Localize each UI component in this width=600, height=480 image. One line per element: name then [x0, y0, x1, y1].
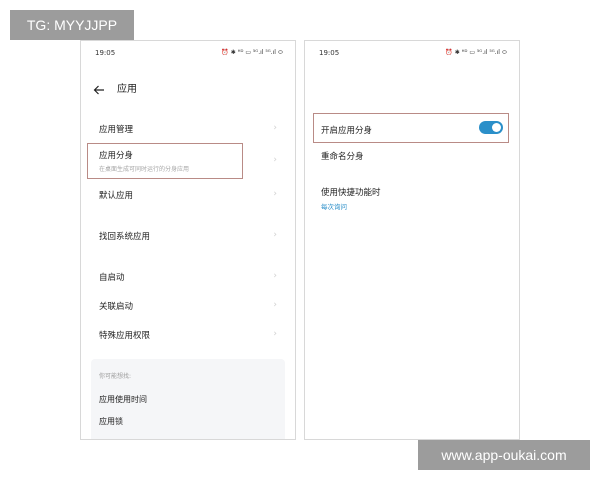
page-title: 应用: [117, 83, 137, 95]
status-icons: ⏰ ✱ ᴴᴰ ▭ ⁵ᴳ.ıl ⁵ᴳ.ıl ⬭: [221, 49, 283, 56]
menu-item-label: 特殊应用权限: [99, 331, 151, 341]
menu-item-subtitle: 在桌面生成可同时运行的分身应用: [99, 166, 190, 173]
menu-item-app-management[interactable]: 应用管理 ›: [99, 123, 277, 135]
status-icons: ⏰ ✱ ᴴᴰ ▭ ⁵ᴳ.ıl ⁵ᴳ.ıl ⬭: [445, 49, 507, 56]
menu-item-label: 关联启动: [99, 302, 134, 312]
suggestion-app-usage-time[interactable]: 应用使用时间: [99, 394, 147, 405]
menu-item-label: 自启动: [99, 273, 125, 283]
phone-screen-app-clone: 19:05 ⏰ ✱ ᴴᴰ ▭ ⁵ᴳ.ıl ⁵ᴳ.ıl ⬭ 开启应用分身 重命名分…: [304, 40, 520, 440]
menu-item-label: 找回系统应用: [99, 232, 151, 242]
suggestion-card: 你可能想找: 应用使用时间 应用锁: [91, 359, 285, 439]
nav-header: 应用: [93, 77, 137, 97]
shortcut-behavior-value: 每次询问: [321, 203, 347, 211]
menu-item-app-clone[interactable]: 应用分身 在桌面生成可同时运行的分身应用 ›: [99, 149, 277, 173]
enable-app-clone-label: 开启应用分身: [321, 126, 373, 136]
menu-item-label: 应用管理: [99, 125, 134, 135]
chevron-right-icon: ›: [273, 189, 277, 199]
chevron-right-icon: ›: [273, 329, 277, 339]
menu-item-associated-start[interactable]: 关联启动 ›: [99, 300, 277, 312]
menu-item-default-apps[interactable]: 默认应用 ›: [99, 189, 277, 201]
status-time: 19:05: [319, 49, 340, 57]
rename-clone-item[interactable]: 重命名分身: [321, 150, 364, 162]
menu-item-recover-system-apps[interactable]: 找回系统应用 ›: [99, 230, 277, 242]
suggestion-app-lock[interactable]: 应用锁: [99, 416, 123, 427]
chevron-right-icon: ›: [273, 300, 277, 310]
menu-item-auto-start[interactable]: 自启动 ›: [99, 271, 277, 283]
status-bar: 19:05 ⏰ ✱ ᴴᴰ ▭ ⁵ᴳ.ıl ⁵ᴳ.ıl ⬭: [95, 47, 283, 59]
watermark-url: www.app-oukai.com: [418, 440, 590, 470]
status-time: 19:05: [95, 49, 116, 57]
suggestion-title: 你可能想找:: [99, 373, 132, 380]
toggle-knob: [492, 123, 501, 132]
watermark-tg: TG: MYYJJPP: [10, 10, 134, 40]
shortcut-behavior-item[interactable]: 使用快捷功能时: [321, 186, 381, 198]
enable-app-clone-toggle[interactable]: [479, 121, 503, 134]
phone-screen-apps: 19:05 ⏰ ✱ ᴴᴰ ▭ ⁵ᴳ.ıl ⁵ᴳ.ıl ⬭ 应用 应用管理 › 应…: [80, 40, 296, 440]
menu-item-label: 应用分身: [99, 151, 134, 161]
chevron-right-icon: ›: [273, 155, 277, 165]
chevron-right-icon: ›: [273, 271, 277, 281]
chevron-right-icon: ›: [273, 123, 277, 133]
status-bar: 19:05 ⏰ ✱ ᴴᴰ ▭ ⁵ᴳ.ıl ⁵ᴳ.ıl ⬭: [319, 47, 507, 59]
menu-item-special-permissions[interactable]: 特殊应用权限 ›: [99, 329, 277, 341]
chevron-right-icon: ›: [273, 230, 277, 240]
menu-item-label: 默认应用: [99, 191, 134, 201]
back-arrow-icon[interactable]: [93, 81, 105, 95]
